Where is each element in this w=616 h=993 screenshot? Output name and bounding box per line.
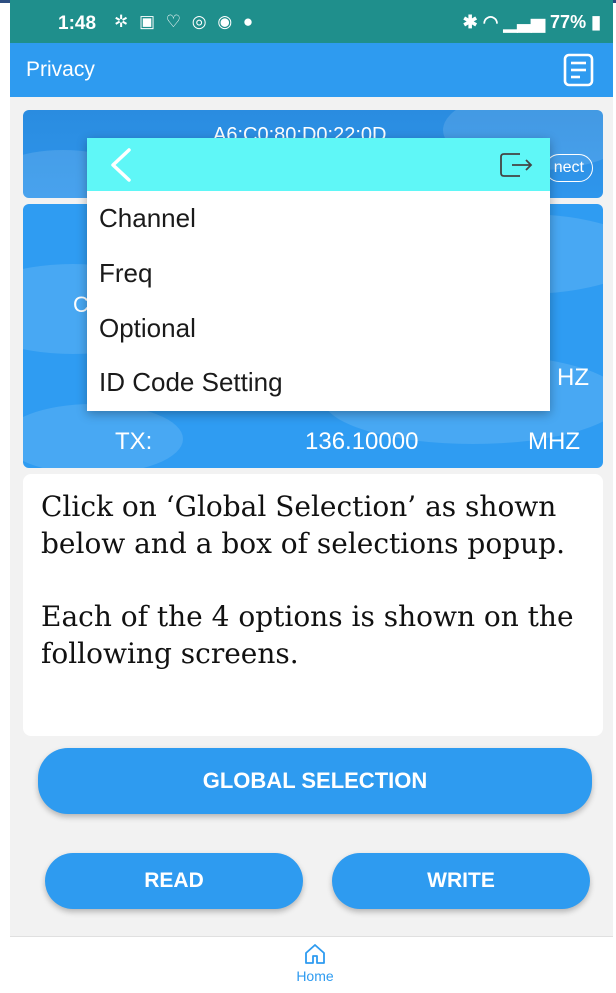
read-button[interactable]: READ xyxy=(45,853,303,909)
messenger-icon: ● xyxy=(242,12,257,31)
shield-icon: ◉ xyxy=(217,12,236,31)
tx-unit: MHZ xyxy=(528,428,580,455)
home-icon xyxy=(305,944,325,964)
instruction-text: Click on ‘Global Selection’ as shown bel… xyxy=(41,488,591,708)
instruction-card: Click on ‘Global Selection’ as shown bel… xyxy=(23,474,603,736)
tx-label: TX: xyxy=(115,428,153,455)
notification-icons: ✲ ▣ ♡ ◎ ◉ ● xyxy=(114,12,256,32)
tx-frequency: 136.10000 xyxy=(305,428,419,455)
settings-icon: ✲ xyxy=(114,12,132,31)
status-time: 1:48 xyxy=(58,13,97,34)
bottom-navigation: Home xyxy=(10,936,613,993)
app-bar: Privacy xyxy=(10,43,613,97)
instruction-paragraph-2: Each of the 4 options is shown on the fo… xyxy=(41,600,574,670)
menu-item-channel[interactable]: Channel xyxy=(99,203,196,234)
nav-home[interactable]: Home xyxy=(285,943,345,984)
rx-unit-partial: HZ xyxy=(557,364,589,391)
nav-home-label: Home xyxy=(296,968,334,984)
shield-icon: ♡ xyxy=(165,12,185,31)
connect-button[interactable]: nect xyxy=(544,154,593,182)
image-icon: ▣ xyxy=(138,12,159,31)
menu-item-optional[interactable]: Optional xyxy=(99,313,196,344)
battery-icon: ▮ xyxy=(591,12,601,32)
phone-screen: 1:48 ✲ ▣ ♡ ◎ ◉ ● ✱ ◠ ▁▃▅ 77% ▮ Privacy A… xyxy=(10,0,613,993)
menu-item-id-code-setting[interactable]: ID Code Setting xyxy=(99,367,283,398)
popup-header xyxy=(87,138,550,191)
signal-icon: ▁▃▅ xyxy=(503,12,546,32)
app-title: Privacy xyxy=(26,58,95,81)
exit-icon[interactable] xyxy=(498,150,534,180)
global-selection-popup: Channel Freq Optional ID Code Setting xyxy=(87,138,550,411)
cloud-decor xyxy=(23,404,183,468)
wifi-icon: ◠ xyxy=(482,12,499,32)
bluetooth-icon: ✱ xyxy=(462,12,478,32)
notes-icon[interactable] xyxy=(561,52,597,88)
instruction-paragraph-1: Click on ‘Global Selection’ as shown bel… xyxy=(41,490,565,560)
battery-level: 77% xyxy=(550,12,587,32)
back-arrow-icon[interactable] xyxy=(105,146,135,184)
status-bar: 1:48 ✲ ▣ ♡ ◎ ◉ ● ✱ ◠ ▁▃▅ 77% ▮ xyxy=(10,0,613,43)
global-selection-button[interactable]: GLOBAL SELECTION xyxy=(38,748,592,814)
menu-item-freq[interactable]: Freq xyxy=(99,258,152,289)
vpn-icon: ◎ xyxy=(191,12,210,31)
write-button[interactable]: WRITE xyxy=(332,853,590,909)
status-right: ✱ ◠ ▁▃▅ 77% ▮ xyxy=(463,12,601,33)
